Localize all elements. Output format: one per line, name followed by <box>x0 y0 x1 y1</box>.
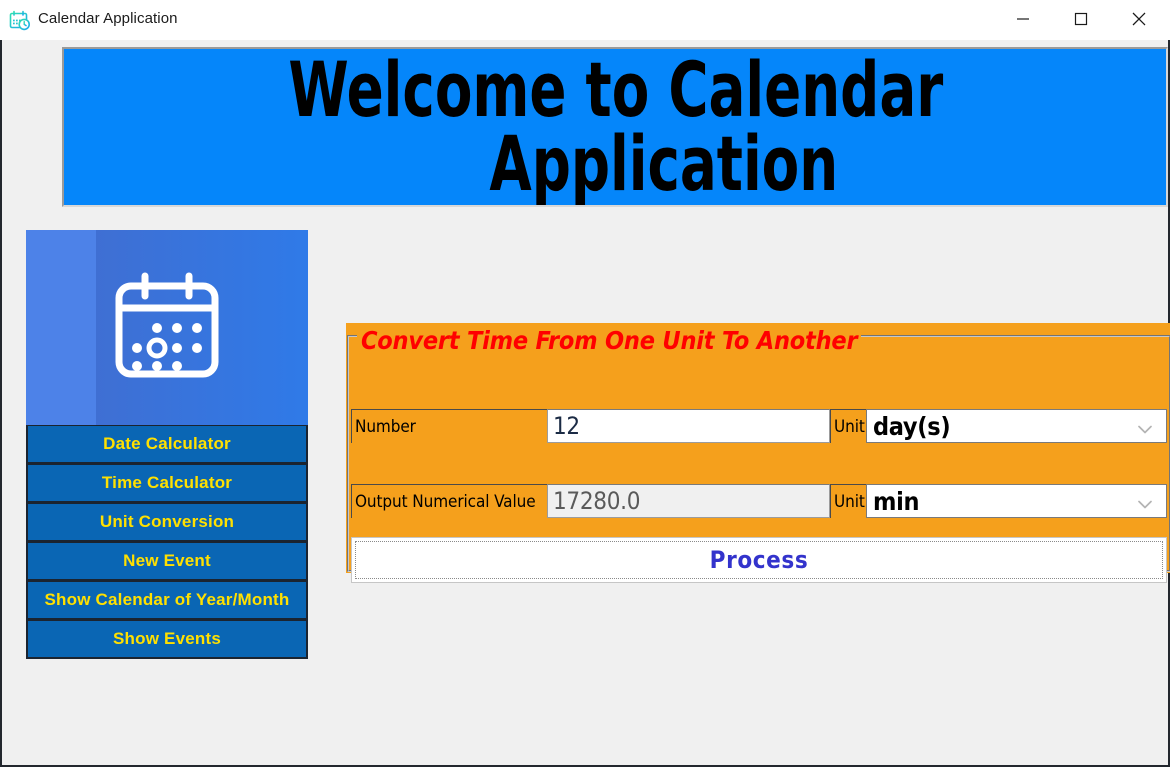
chevron-down-icon <box>1137 412 1153 441</box>
number-label: Number <box>351 409 547 443</box>
number-input[interactable]: 12 <box>547 409 830 443</box>
input-unit-label: Unit <box>830 409 866 443</box>
sidebar: Date Calculator Time Calculator Unit Con… <box>26 230 308 659</box>
input-unit-value: day(s) <box>873 411 951 441</box>
welcome-banner: Welcome to Calendar Application <box>62 47 1168 207</box>
maximize-icon[interactable] <box>1058 0 1104 38</box>
input-row: Number 12 Unit day(s) <box>351 409 1167 443</box>
output-unit-label: Unit <box>830 484 866 518</box>
chevron-down-icon <box>1137 487 1153 516</box>
panel-legend: Convert Time From One Unit To Another <box>357 326 862 355</box>
sidebar-item-date-calculator[interactable]: Date Calculator <box>26 425 308 464</box>
calendar-illustration-icon <box>26 230 308 425</box>
application-window: Calendar Application Welcome to Calendar… <box>0 0 1170 767</box>
welcome-banner-text: Welcome to Calendar Application <box>174 51 1056 207</box>
unit-conversion-panel: Convert Time From One Unit To Another Nu… <box>346 323 1170 583</box>
close-icon[interactable] <box>1116 0 1162 38</box>
output-unit-value: min <box>873 486 920 516</box>
sidebar-item-unit-conversion[interactable]: Unit Conversion <box>26 503 308 542</box>
output-value-field[interactable]: 17280.0 <box>547 484 830 518</box>
sidebar-item-show-calendar[interactable]: Show Calendar of Year/Month <box>26 581 308 620</box>
banner-line-2: Application <box>489 119 839 207</box>
input-unit-select[interactable]: day(s) <box>866 409 1167 443</box>
output-row: Output Numerical Value 17280.0 Unit min <box>351 484 1167 518</box>
process-button[interactable]: Process <box>351 537 1167 583</box>
sidebar-item-time-calculator[interactable]: Time Calculator <box>26 464 308 503</box>
process-button-label: Process <box>355 541 1163 579</box>
client-area: Welcome to Calendar Application Date Cal… <box>0 40 1170 767</box>
minimize-icon[interactable] <box>1000 0 1046 38</box>
title-bar: Calendar Application <box>0 0 1170 41</box>
sidebar-item-show-events[interactable]: Show Events <box>26 620 308 659</box>
output-label: Output Numerical Value <box>351 484 547 518</box>
sidebar-item-new-event[interactable]: New Event <box>26 542 308 581</box>
window-title: Calendar Application <box>38 10 178 27</box>
output-unit-select[interactable]: min <box>866 484 1167 518</box>
calendar-clock-icon <box>9 10 31 31</box>
